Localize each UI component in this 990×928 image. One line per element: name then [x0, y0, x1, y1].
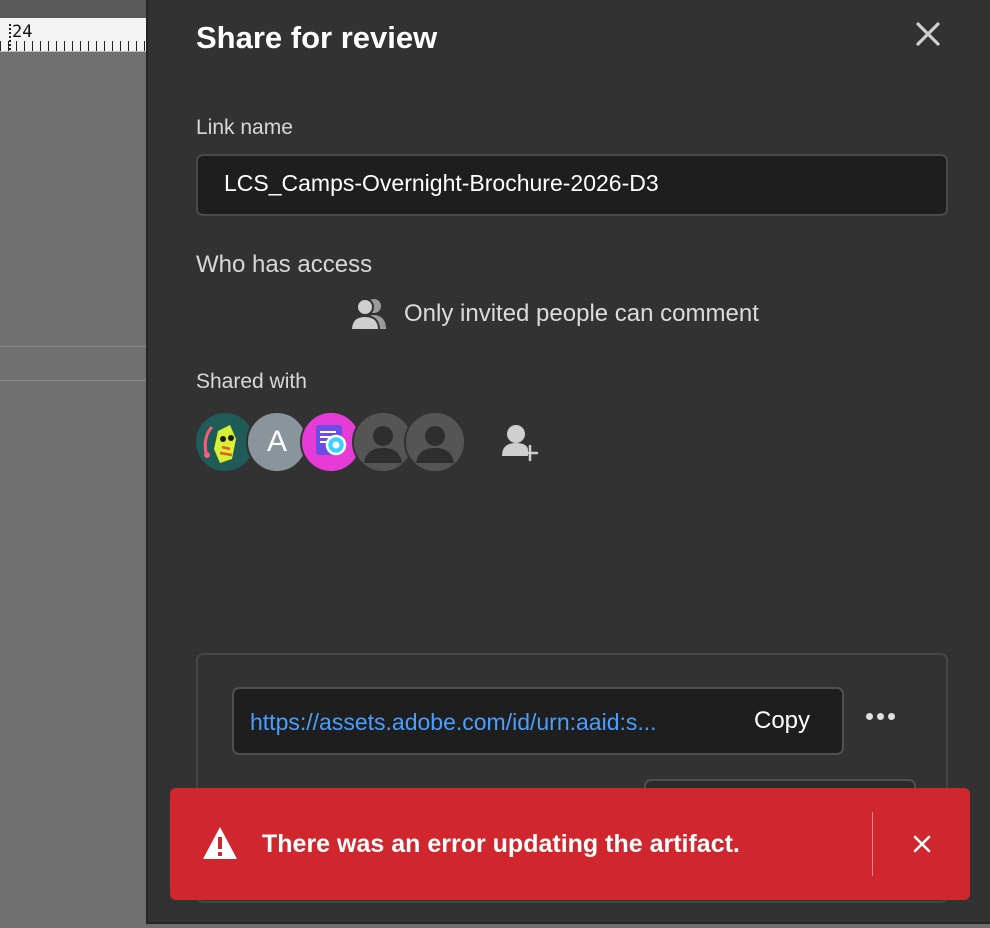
share-for-review-dialog: Share for review Link name LCS_Camps-Ove…	[146, 0, 990, 924]
warning-icon	[203, 827, 237, 859]
link-name-label: Link name	[196, 116, 293, 139]
person-icon[interactable]	[404, 411, 466, 473]
add-person-icon	[502, 425, 539, 462]
dialog-title: Share for review	[196, 20, 438, 55]
share-url-field[interactable]: https://assets.adobe.com/id/urn:aaid:s..…	[232, 687, 844, 755]
toast-divider	[872, 812, 873, 876]
ruler-number: 24	[12, 22, 33, 42]
app-top-strip	[0, 0, 146, 18]
dismiss-toast-button[interactable]	[910, 832, 934, 856]
close-icon	[913, 835, 931, 853]
toast-message: There was an error updating the artifact…	[262, 830, 740, 858]
close-icon	[916, 22, 940, 46]
horizontal-ruler: 24	[0, 18, 146, 52]
ruler-ticks	[0, 41, 146, 51]
canvas-guide-line	[0, 346, 146, 347]
error-toast: There was an error updating the artifact…	[170, 788, 970, 900]
add-person-button[interactable]	[498, 420, 542, 464]
document-canvas[interactable]	[0, 52, 146, 928]
more-options-button[interactable]	[866, 707, 902, 731]
shared-with-label: Shared with	[196, 370, 307, 393]
close-dialog-button[interactable]	[912, 18, 944, 50]
link-name-field[interactable]: LCS_Camps-Overnight-Brochure-2026-D3	[196, 154, 948, 216]
share-url[interactable]: https://assets.adobe.com/id/urn:aaid:s..…	[250, 709, 710, 736]
people-icon	[350, 298, 386, 331]
access-setting[interactable]: Only invited people can comment	[350, 296, 759, 332]
avatar-letter[interactable]: A	[246, 411, 308, 473]
who-has-access-label: Who has access	[196, 251, 373, 278]
copy-button[interactable]: Copy	[754, 707, 810, 735]
access-text: Only invited people can comment	[404, 300, 759, 327]
canvas-guide-line	[0, 380, 146, 381]
more-icon	[866, 707, 899, 724]
